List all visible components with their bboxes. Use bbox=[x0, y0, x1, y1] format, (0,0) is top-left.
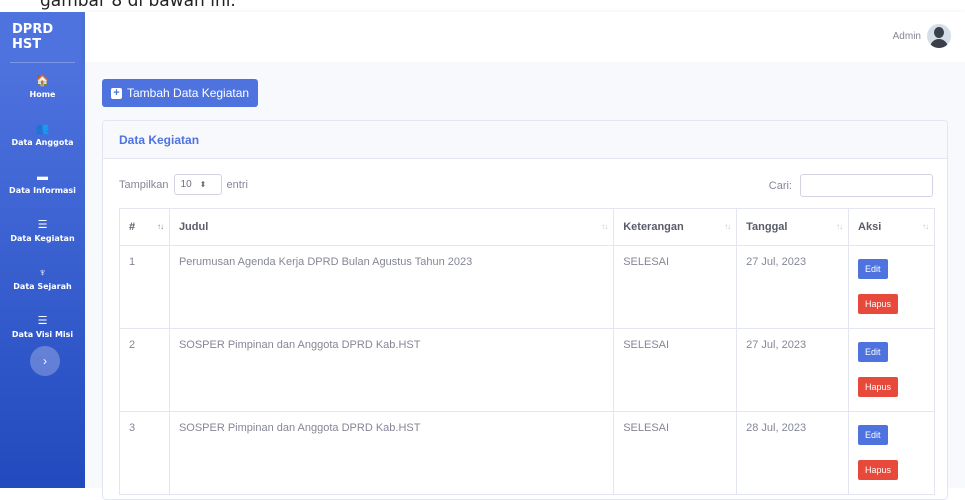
document-caption: gambar 8 di bawah ini. bbox=[40, 0, 236, 11]
delete-button[interactable]: Hapus bbox=[858, 460, 899, 480]
cell-judul: SOSPER Pimpinan dan Anggota DPRD Kab.HST bbox=[168, 328, 615, 412]
sidebar-item-data-visi-misi[interactable]: ☰ Data Visi Misi bbox=[0, 303, 85, 351]
delete-button[interactable]: Hapus bbox=[858, 377, 899, 397]
cell-number: 3 bbox=[119, 411, 170, 495]
plus-square-icon: + bbox=[111, 87, 122, 99]
avatar-head-shape bbox=[934, 27, 944, 38]
column-header-judul[interactable]: Judul ↑↓ bbox=[168, 208, 615, 246]
sidebar-item-label: Data Kegiatan bbox=[10, 234, 75, 243]
entries-suffix-label: entri bbox=[226, 178, 248, 191]
table-row: 3 SOSPER Pimpinan dan Anggota DPRD Kab.H… bbox=[119, 411, 935, 495]
cell-aksi: Edit Hapus bbox=[848, 328, 935, 412]
history-icon: ♆ bbox=[38, 267, 47, 279]
column-header-keterangan[interactable]: Keterangan ↑↓ bbox=[613, 208, 738, 246]
sidebar: DPRD HST 🏠 Home 👥 Data Anggota ▬ Data In… bbox=[0, 12, 85, 488]
column-header-aksi[interactable]: Aksi ↑↓ bbox=[848, 208, 935, 246]
sort-icon: ↑↓ bbox=[601, 222, 608, 231]
cell-tanggal: 27 Jul, 2023 bbox=[736, 245, 850, 329]
brand-line-1: DPRD bbox=[12, 22, 54, 37]
cell-aksi: Edit Hapus bbox=[848, 411, 935, 495]
cell-tanggal: 28 Jul, 2023 bbox=[736, 411, 850, 495]
sidebar-item-label: Data Informasi bbox=[9, 186, 76, 195]
sort-icon: ↑↓ bbox=[156, 222, 164, 231]
column-header-number[interactable]: # ↑↓ bbox=[119, 208, 170, 246]
table-row: 2 SOSPER Pimpinan dan Anggota DPRD Kab.H… bbox=[119, 328, 935, 412]
delete-button[interactable]: Hapus bbox=[858, 294, 899, 314]
sidebar-item-data-informasi[interactable]: ▬ Data Informasi bbox=[0, 159, 85, 207]
sidebar-item-label: Data Visi Misi bbox=[11, 330, 74, 339]
brand-line-2: HST bbox=[12, 37, 42, 52]
card-title: Data Kegiatan bbox=[103, 121, 947, 159]
list-icon: ☰ bbox=[37, 219, 48, 231]
cell-keterangan: SELESAI bbox=[613, 411, 738, 495]
sidebar-item-data-kegiatan[interactable]: ☰ Data Kegiatan bbox=[0, 207, 85, 255]
column-header-tanggal[interactable]: Tanggal ↑↓ bbox=[736, 208, 850, 246]
edit-button[interactable]: Edit bbox=[858, 259, 888, 279]
entries-select-value: 10 bbox=[180, 179, 192, 190]
select-caret-icon: ⬍ bbox=[199, 180, 207, 189]
data-kegiatan-card: Data Kegiatan Tampilkan 10 ⬍ entri Cari: bbox=[102, 120, 948, 500]
cell-judul: SOSPER Pimpinan dan Anggota DPRD Kab.HST bbox=[168, 411, 615, 495]
cell-keterangan: SELESAI bbox=[613, 328, 738, 412]
column-header-label: # bbox=[129, 221, 136, 233]
sidebar-item-label: Data Sejarah bbox=[13, 282, 72, 291]
column-header-label: Aksi bbox=[858, 221, 882, 233]
card-icon: ▬ bbox=[37, 171, 48, 183]
users-icon: 👥 bbox=[35, 123, 50, 135]
document-caption-strip: gambar 8 di bawah ini. bbox=[0, 0, 965, 12]
sidebar-item-label: Data Anggota bbox=[11, 138, 74, 147]
table-row: 1 Perumusan Agenda Kerja DPRD Bulan Agus… bbox=[119, 245, 935, 329]
sidebar-item-data-anggota[interactable]: 👥 Data Anggota bbox=[0, 111, 85, 159]
sort-icon: ↑↓ bbox=[922, 222, 929, 231]
add-kegiatan-button[interactable]: + Tambah Data Kegiatan bbox=[102, 79, 259, 107]
sidebar-toggle-button[interactable]: › bbox=[30, 346, 60, 376]
cell-judul: Perumusan Agenda Kerja DPRD Bulan Agustu… bbox=[168, 245, 615, 329]
cell-number: 2 bbox=[119, 328, 170, 412]
column-header-label: Keterangan bbox=[623, 221, 684, 233]
user-name: Admin bbox=[892, 30, 921, 42]
sort-icon: ↑↓ bbox=[836, 222, 843, 231]
sidebar-brand[interactable]: DPRD HST bbox=[0, 12, 85, 62]
main-content: + Tambah Data Kegiatan Data Kegiatan Tam… bbox=[85, 62, 965, 500]
entries-length-control: Tampilkan 10 ⬍ entri bbox=[119, 174, 248, 195]
list-icon: ☰ bbox=[37, 315, 48, 327]
sort-icon: ↑↓ bbox=[724, 222, 731, 231]
table-search: Cari: bbox=[769, 174, 933, 197]
cell-keterangan: SELESAI bbox=[613, 245, 738, 329]
add-kegiatan-label: Tambah Data Kegiatan bbox=[127, 86, 250, 100]
cell-tanggal: 27 Jul, 2023 bbox=[736, 328, 850, 412]
cell-number: 1 bbox=[119, 245, 170, 329]
entries-select[interactable]: 10 ⬍ bbox=[173, 174, 222, 195]
cell-aksi: Edit Hapus bbox=[848, 245, 935, 329]
entries-prefix-label: Tampilkan bbox=[119, 178, 169, 191]
topbar: Admin bbox=[85, 12, 965, 62]
table-header-row: # ↑↓ Judul ↑↓ Keterangan ↑↓ Tanggal ↑↓ A… bbox=[119, 208, 935, 246]
edit-button[interactable]: Edit bbox=[858, 425, 888, 445]
avatar-body-shape bbox=[930, 39, 948, 48]
user-menu[interactable]: Admin bbox=[893, 24, 951, 48]
sidebar-item-home[interactable]: 🏠 Home bbox=[0, 63, 85, 111]
home-icon: 🏠 bbox=[35, 75, 50, 87]
column-header-label: Judul bbox=[178, 221, 209, 233]
sidebar-item-data-sejarah[interactable]: ♆ Data Sejarah bbox=[0, 255, 85, 303]
avatar[interactable] bbox=[927, 24, 951, 48]
chevron-right-icon: › bbox=[43, 354, 47, 368]
search-label: Cari: bbox=[768, 179, 792, 192]
edit-button[interactable]: Edit bbox=[858, 342, 888, 362]
column-header-label: Tanggal bbox=[746, 221, 788, 233]
kegiatan-table: # ↑↓ Judul ↑↓ Keterangan ↑↓ Tanggal ↑↓ A… bbox=[119, 208, 935, 495]
search-input[interactable] bbox=[800, 174, 933, 197]
sidebar-item-label: Home bbox=[29, 90, 56, 99]
